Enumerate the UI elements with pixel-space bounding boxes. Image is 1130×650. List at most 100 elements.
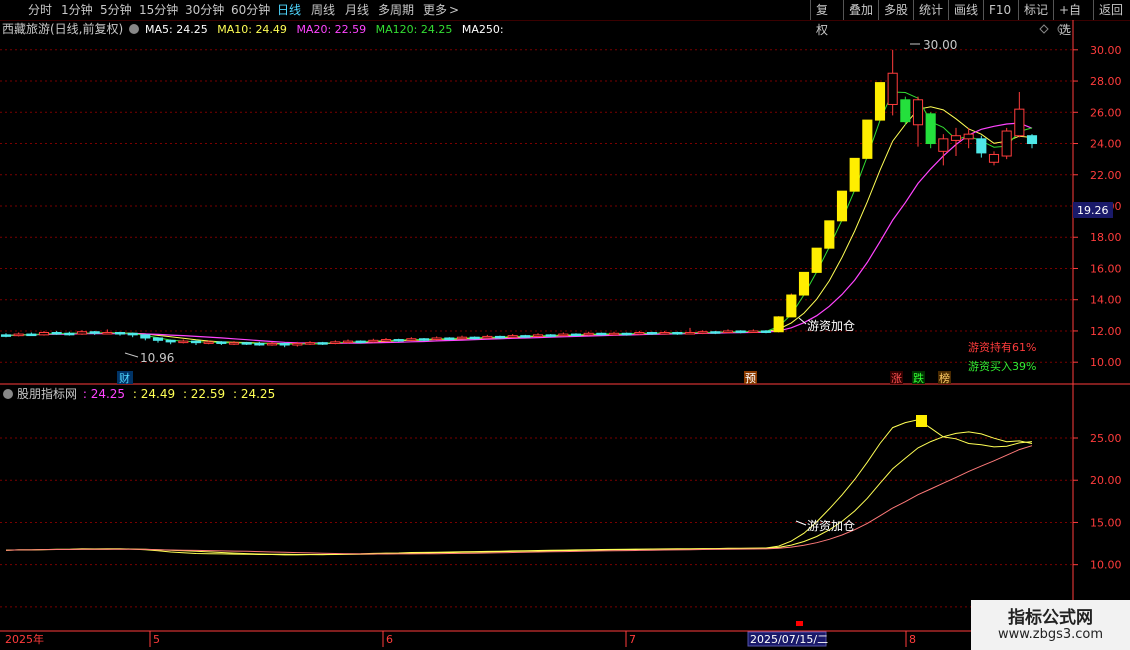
- tab-multi-period[interactable]: 多周期: [378, 0, 414, 20]
- svg-text:预: 预: [745, 372, 756, 385]
- draw-line-button[interactable]: 画线: [948, 0, 983, 20]
- candle-body: [380, 339, 392, 342]
- candle-body: [925, 113, 936, 145]
- candle-body: [596, 332, 607, 336]
- tab-5min[interactable]: 5分钟: [100, 0, 132, 20]
- candle-body: [254, 342, 265, 346]
- high-annotation: 30.00: [910, 38, 957, 52]
- note-holding: 游资持有61%: [968, 340, 1036, 354]
- candle-body: [114, 332, 126, 335]
- ma5-legend: MA5: 24.25: [145, 23, 208, 36]
- candle-body: [570, 333, 582, 337]
- diamond-icon[interactable]: [1039, 24, 1049, 34]
- candle-body: [988, 153, 1000, 163]
- candle-body: [140, 334, 151, 339]
- candle-body: [393, 339, 404, 342]
- candle-body: [608, 332, 620, 336]
- y-tick-label: 10.00: [1090, 356, 1122, 369]
- candle-body: [26, 333, 37, 337]
- candle-body: [292, 342, 303, 346]
- candle-body: [545, 334, 556, 337]
- watermark-title: 指标公式网: [1008, 608, 1093, 628]
- settings-dropdown-icon[interactable]: [129, 24, 139, 34]
- add-watchlist-button[interactable]: +自选: [1053, 0, 1093, 37]
- candle-body: [798, 271, 810, 296]
- ma120-legend: MA120: 24.25: [376, 23, 453, 36]
- x-label-may: 5: [153, 633, 160, 646]
- candle-body: [1001, 130, 1012, 157]
- candle-body: [786, 294, 797, 318]
- candle-body: [824, 220, 835, 249]
- y-tick-label: 14.00: [1090, 294, 1122, 307]
- watermark-url: www.zbgs3.com: [997, 627, 1104, 642]
- candle-body: [773, 316, 784, 333]
- tab-15min[interactable]: 15分钟: [139, 0, 178, 20]
- candle-body: [646, 332, 658, 335]
- svg-text:游资加仓: 游资加仓: [807, 319, 855, 333]
- statistics-button[interactable]: 统计: [913, 0, 948, 20]
- tab-more[interactable]: 更多: [423, 0, 447, 20]
- sub-settings-icon[interactable]: [3, 389, 13, 399]
- sub-line-c: [5, 445, 1033, 555]
- candle-body: [266, 342, 278, 346]
- tab-daily[interactable]: 日线: [277, 0, 301, 20]
- candle-body: [64, 332, 75, 336]
- candle-body: [659, 332, 670, 335]
- svg-text:10.96: 10.96: [140, 351, 174, 365]
- candle-body: [621, 332, 632, 336]
- back-button[interactable]: 返回: [1093, 0, 1130, 20]
- candle-body: [811, 247, 822, 273]
- svg-text:涨: 涨: [891, 372, 902, 385]
- tab-fenshi[interactable]: 分时: [28, 0, 52, 20]
- candle-body: [558, 333, 569, 337]
- signal-annotation-main: 游资加仓: [798, 317, 855, 333]
- note-buy: 游资买入39%: [968, 360, 1036, 373]
- period-toolbar: 分时 1分钟 5分钟 15分钟 30分钟 60分钟 日线 周线 月线 多周期 更…: [0, 0, 1130, 37]
- fuquan-button[interactable]: 复权: [810, 0, 843, 37]
- x-label-aug: 8: [909, 633, 916, 646]
- ma-legend: MA5: 24.25 MA10: 24.49 MA20: 22.59 MA120…: [145, 23, 504, 36]
- y-tick-label: 24.00: [1090, 138, 1122, 151]
- tab-30min[interactable]: 30分钟: [185, 0, 224, 20]
- candle-body: [51, 332, 62, 335]
- candle-body: [76, 331, 88, 335]
- ma20-legend: MA20: 22.59: [296, 23, 366, 36]
- candle-body: [507, 335, 518, 338]
- tab-60min[interactable]: 60分钟: [231, 0, 270, 20]
- candle-body: [431, 337, 442, 341]
- candle-body: [0, 334, 12, 337]
- candle-body: [862, 119, 873, 159]
- candle-body: [583, 332, 594, 336]
- candle-body: [152, 337, 164, 341]
- candle-body: [887, 72, 898, 105]
- stock-title: 西藏旅游(日线,前复权): [2, 21, 123, 36]
- candle-body: [900, 99, 911, 123]
- svg-text:游资加仓: 游资加仓: [807, 519, 855, 533]
- mark-button[interactable]: 标记: [1018, 0, 1053, 20]
- candle-body: [279, 342, 290, 346]
- candle-body: [190, 340, 202, 344]
- candle-body: [836, 190, 848, 222]
- tab-weekly[interactable]: 周线: [311, 0, 335, 20]
- kline-chart: 30.00 28.00 26.00 24.00 22.00 20.00 18.00 16.00…: [0, 20, 1130, 647]
- tab-monthly[interactable]: 月线: [345, 0, 369, 20]
- candle-body: [368, 339, 379, 343]
- multi-stock-button[interactable]: 多股: [878, 0, 913, 20]
- f10-button[interactable]: F10: [983, 0, 1018, 20]
- low-annotation: 10.96: [124, 351, 174, 365]
- candle-body: [304, 342, 316, 345]
- x-label-jun: 6: [386, 633, 393, 646]
- tab-1min[interactable]: 1分钟: [61, 0, 93, 20]
- watermark: 指标公式网 www.zbgs3.com: [971, 600, 1130, 650]
- y-tick-label: 12.00: [1090, 325, 1122, 338]
- ma20-line: [5, 122, 1033, 344]
- y-tick-label: 26.00: [1090, 106, 1122, 119]
- candle-body: [13, 333, 24, 337]
- candle-body: [216, 341, 227, 344]
- current-date: 2025/07/15/二: [750, 633, 828, 646]
- main-grid: [0, 49, 1073, 363]
- overlay-button[interactable]: 叠加: [843, 0, 878, 20]
- circle-icon[interactable]: [1057, 24, 1067, 34]
- chevron-right-icon[interactable]: >: [449, 0, 459, 20]
- candle-body: [38, 332, 50, 336]
